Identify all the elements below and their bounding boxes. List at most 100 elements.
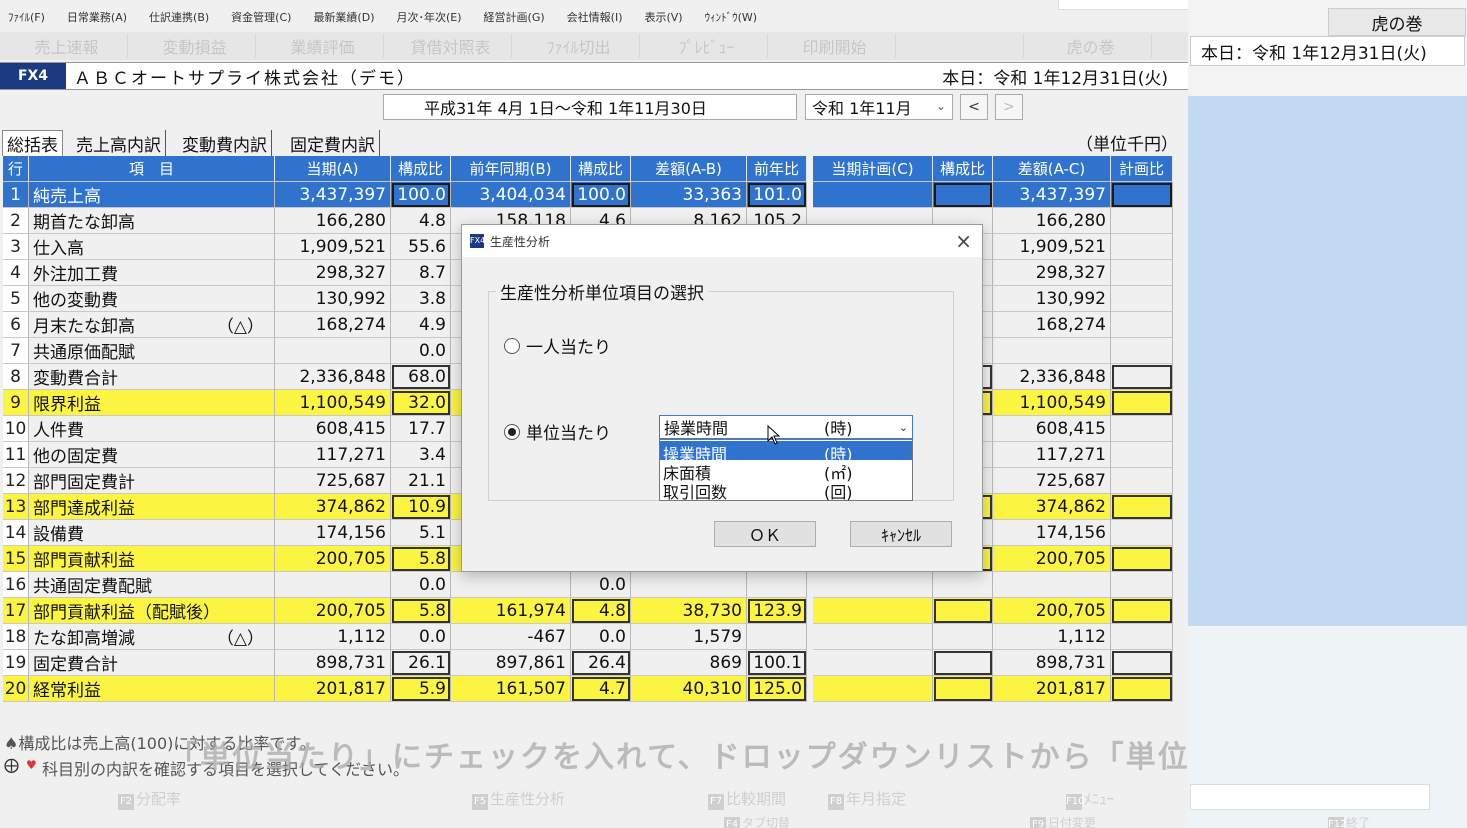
cell-rc[interactable]: [933, 598, 993, 624]
cell-pc[interactable]: [1111, 312, 1173, 338]
tab-variable-cost[interactable]: 変動費内訳: [178, 130, 272, 156]
menu-view[interactable]: 表示(V): [644, 9, 682, 25]
fkey-productivity[interactable]: F5 生産性分析: [472, 788, 565, 810]
cell-ra[interactable]: 0.0: [391, 572, 451, 598]
cell-item[interactable]: 限界利益: [29, 390, 275, 416]
cell-ra[interactable]: 32.0: [391, 390, 451, 416]
radio-checked-icon[interactable]: [504, 423, 520, 440]
cell-rc[interactable]: [933, 650, 993, 676]
cell-ra[interactable]: 3.8: [391, 286, 451, 312]
table-row[interactable]: 1 純売上高 3,437,397 100.0 3,404,034 100.0 33,363 1…: [3, 182, 1185, 208]
table-row[interactable]: 20 経常利益 201,817 5.9 161,507 4.7 40,310 125.0 201…: [3, 676, 1185, 702]
cell-ra[interactable]: 55.6: [391, 234, 451, 260]
cell-pc[interactable]: [1111, 286, 1173, 312]
cell-pc[interactable]: [1111, 416, 1173, 442]
variable-pl-button[interactable]: 変動損益: [134, 34, 256, 58]
cell-pc[interactable]: [1111, 546, 1173, 572]
cell-yoy[interactable]: 101.0: [747, 182, 807, 208]
cell-item[interactable]: 経常利益: [29, 676, 275, 702]
cell-c[interactable]: [813, 182, 933, 208]
table-row[interactable]: 19 固定費合計 898,731 26.1 897,861 26.4 869 100.1 898…: [3, 650, 1185, 676]
close-icon[interactable]: ×: [955, 229, 972, 253]
cell-no[interactable]: 1: [3, 182, 29, 208]
cell-ac[interactable]: 200,705: [993, 598, 1111, 624]
cell-ab[interactable]: 40,310: [631, 676, 747, 702]
cell-ac[interactable]: 3,437,397: [993, 182, 1111, 208]
menu-monthly[interactable]: 月次･年次(E): [397, 9, 462, 25]
cell-ra[interactable]: 26.1: [391, 650, 451, 676]
cell-ac[interactable]: 725,687: [993, 468, 1111, 494]
fkey-tab-switch[interactable]: F4 タブ切替: [724, 814, 790, 828]
cell-no[interactable]: 19: [3, 650, 29, 676]
cell-item[interactable]: 月末たな卸高 （△）: [29, 312, 275, 338]
cell-ab[interactable]: [631, 572, 747, 598]
cell-ac[interactable]: 2,336,848: [993, 364, 1111, 390]
cell-ac[interactable]: 166,280: [993, 208, 1111, 234]
fkey-compare-period[interactable]: F7 比較期間: [708, 788, 786, 810]
cell-a[interactable]: 166,280: [275, 208, 391, 234]
cell-no[interactable]: 6: [3, 312, 29, 338]
cell-pc[interactable]: [1111, 338, 1173, 364]
tab-fixed-cost[interactable]: 固定費内訳: [286, 130, 380, 156]
cell-ra[interactable]: 100.0: [391, 182, 451, 208]
cell-no[interactable]: 3: [3, 234, 29, 260]
cell-ab[interactable]: 33,363: [631, 182, 747, 208]
cell-a[interactable]: 1,100,549: [275, 390, 391, 416]
cell-ra[interactable]: 5.8: [391, 546, 451, 572]
cell-no[interactable]: 13: [3, 494, 29, 520]
cell-a[interactable]: 1,112: [275, 624, 391, 650]
cell-no[interactable]: 5: [3, 286, 29, 312]
cell-rc[interactable]: [933, 624, 993, 650]
radio-unchecked-icon[interactable]: [504, 337, 520, 354]
cell-item[interactable]: 純売上高: [29, 182, 275, 208]
cell-rc[interactable]: [933, 182, 993, 208]
cell-item[interactable]: 人件費: [29, 416, 275, 442]
cell-a[interactable]: [275, 338, 391, 364]
cell-a[interactable]: 608,415: [275, 416, 391, 442]
cell-ac[interactable]: [993, 338, 1111, 364]
cell-b[interactable]: 3,404,034: [451, 182, 571, 208]
tab-summary[interactable]: 総括表: [2, 130, 63, 156]
cell-rb[interactable]: 4.7: [571, 676, 631, 702]
table-row[interactable]: 16 共通固定費配賦 0.0 0.0: [3, 572, 1185, 598]
cell-a[interactable]: 374,862: [275, 494, 391, 520]
cell-ac[interactable]: 130,992: [993, 286, 1111, 312]
cell-pc[interactable]: [1111, 260, 1173, 286]
cell-item[interactable]: 固定費合計: [29, 650, 275, 676]
cell-no[interactable]: 4: [3, 260, 29, 286]
cell-a[interactable]: 725,687: [275, 468, 391, 494]
cell-rc[interactable]: [933, 676, 993, 702]
cell-no[interactable]: 16: [3, 572, 29, 598]
cell-item[interactable]: 外注加工費: [29, 260, 275, 286]
fkey-date-change[interactable]: F9 日付変更: [1030, 814, 1096, 828]
cell-c[interactable]: [813, 650, 933, 676]
option-transactions[interactable]: 取引回数 (回): [660, 479, 912, 502]
cell-b[interactable]: 897,861: [451, 650, 571, 676]
balance-sheet-button[interactable]: 貸借対照表: [390, 34, 512, 58]
cell-ra[interactable]: 8.7: [391, 260, 451, 286]
cell-c[interactable]: [813, 624, 933, 650]
cell-item[interactable]: 他の固定費: [29, 442, 275, 468]
tips-tab[interactable]: 虎の巻: [1328, 8, 1466, 36]
cell-ac[interactable]: 201,817: [993, 676, 1111, 702]
cell-c[interactable]: [813, 598, 933, 624]
cell-a[interactable]: 200,705: [275, 598, 391, 624]
per-person-radio[interactable]: 一人当たり: [504, 333, 611, 358]
table-row[interactable]: 18 たな卸高増減 （△） 1,112 0.0 -467 0.0 1,579 1,112: [3, 624, 1185, 650]
print-button[interactable]: 印刷開始: [774, 34, 896, 58]
cell-ra[interactable]: 0.0: [391, 338, 451, 364]
cell-ra[interactable]: 21.1: [391, 468, 451, 494]
cell-pc[interactable]: [1111, 494, 1173, 520]
cell-ra[interactable]: 5.8: [391, 598, 451, 624]
cell-yoy[interactable]: 123.9: [747, 598, 807, 624]
cell-item[interactable]: 期首たな卸高: [29, 208, 275, 234]
cell-a[interactable]: 3,437,397: [275, 182, 391, 208]
next-month-button[interactable]: >: [995, 94, 1023, 120]
cell-ac[interactable]: 898,731: [993, 650, 1111, 676]
cell-pc[interactable]: [1111, 364, 1173, 390]
cell-ra[interactable]: 5.1: [391, 520, 451, 546]
cell-pc[interactable]: [1111, 572, 1173, 598]
fkey-year-month[interactable]: F8 年月指定: [828, 788, 906, 810]
cell-a[interactable]: [275, 572, 391, 598]
cell-ra[interactable]: 10.9: [391, 494, 451, 520]
